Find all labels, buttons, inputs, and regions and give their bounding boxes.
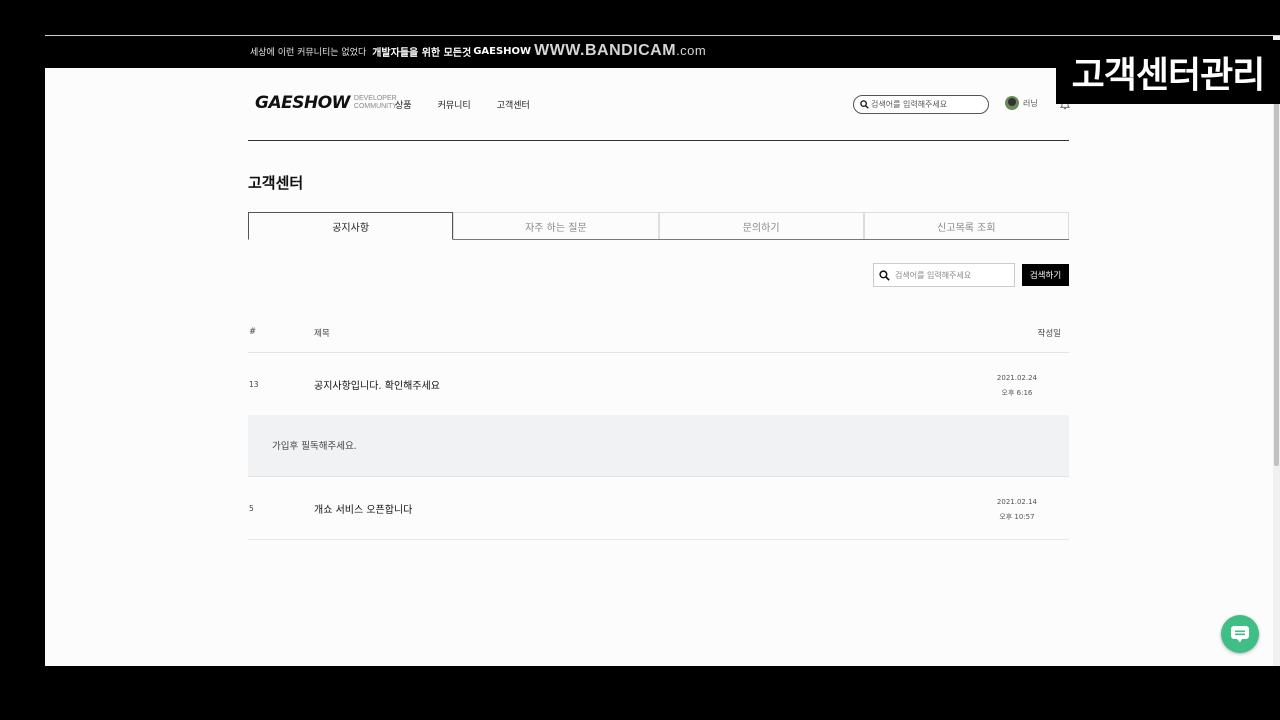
board-search-input[interactable] bbox=[895, 270, 1005, 280]
browser-page: GAESHOW DEVELOPER COMMUNITY 상품 커뮤니티 고객센터 … bbox=[45, 68, 1273, 666]
scrollbar[interactable] bbox=[1273, 36, 1280, 666]
tab-faq[interactable]: 자주 하는 질문 bbox=[453, 212, 659, 239]
watermark-suffix: .com bbox=[676, 43, 707, 58]
site-header: GAESHOW DEVELOPER COMMUNITY 상품 커뮤니티 고객센터 … bbox=[255, 68, 1075, 140]
page-title: 고객센터 bbox=[248, 174, 304, 192]
logo-wordmark: GAESHOW bbox=[255, 93, 350, 113]
site-logo[interactable]: GAESHOW DEVELOPER COMMUNITY bbox=[255, 93, 397, 113]
table-row[interactable]: 13 공지사항입니다. 확인해주세요 2021.02.24 오후 6:16 bbox=[248, 353, 1069, 416]
row-date: 2021.02.14 오후 10:57 bbox=[997, 495, 1037, 525]
banner-text-1: 세상에 이런 커뮤니티는 없었다 bbox=[250, 47, 367, 58]
row-title[interactable]: 공지사항입니다. 확인해주세요 bbox=[314, 377, 440, 392]
column-header-title: 제목 bbox=[314, 329, 330, 339]
chat-icon[interactable] bbox=[1229, 624, 1251, 644]
watermark-main: WWW.BANDICAM bbox=[534, 42, 677, 59]
row-date: 2021.02.24 오후 6:16 bbox=[997, 371, 1037, 401]
banner-text-2: 개발자들을 위한 모든것 bbox=[372, 47, 472, 59]
logo-sub-line1: DEVELOPER bbox=[353, 95, 397, 102]
table-row[interactable]: 5 개쇼 서비스 오픈합니다 2021.02.14 오후 10:57 bbox=[248, 477, 1069, 540]
avatar[interactable] bbox=[1005, 96, 1019, 110]
banner-text-3: GAESHOW bbox=[473, 45, 532, 57]
main-nav: 상품 커뮤니티 고객센터 bbox=[395, 98, 530, 111]
search-icon[interactable] bbox=[860, 100, 869, 109]
row-date-time: 오후 6:16 bbox=[1001, 389, 1033, 397]
search-button[interactable]: 검색하기 bbox=[1022, 264, 1069, 286]
tab-reports[interactable]: 신고목록 조회 bbox=[863, 212, 1069, 239]
support-tabs: 공지사항 자주 하는 질문 문의하기 신고목록 조회 bbox=[248, 212, 1069, 240]
row-number: 13 bbox=[249, 380, 259, 389]
window-top-border bbox=[45, 35, 1280, 36]
tab-notices[interactable]: 공지사항 bbox=[248, 212, 454, 240]
row-content-text: 가입후 필독해주세요. bbox=[272, 441, 357, 452]
recording-banner: 세상에 이런 커뮤니티는 없었다 개발자들을 위한 모든것 GAESHOW WW… bbox=[250, 40, 706, 62]
tab-inquiry[interactable]: 문의하기 bbox=[658, 212, 864, 239]
header-search-input[interactable] bbox=[871, 100, 981, 109]
bandicam-watermark: WWW.BANDICAM.com bbox=[534, 42, 706, 60]
column-header-number: # bbox=[249, 327, 257, 337]
logo-sub-line2: COMMUNITY bbox=[353, 103, 398, 110]
nav-item-community[interactable]: 커뮤니티 bbox=[438, 98, 471, 111]
row-number: 5 bbox=[249, 504, 254, 513]
username[interactable]: 러닝 bbox=[1023, 98, 1038, 109]
logo-subtitle: DEVELOPER COMMUNITY bbox=[354, 95, 397, 111]
row-date-day: 2021.02.24 bbox=[996, 374, 1037, 382]
scrollbar-thumb[interactable] bbox=[1274, 46, 1279, 466]
user-menu[interactable]: 러닝 bbox=[1005, 96, 1038, 110]
nav-item-products[interactable]: 상품 bbox=[395, 98, 412, 111]
overlay-caption: 고객센터관리 bbox=[1056, 40, 1280, 104]
row-date-day: 2021.02.14 bbox=[996, 498, 1037, 506]
header-search[interactable] bbox=[853, 95, 989, 114]
row-date-time: 오후 10:57 bbox=[999, 513, 1035, 521]
nav-item-support[interactable]: 고객센터 bbox=[497, 98, 530, 111]
column-header-date: 작성일 bbox=[1037, 329, 1061, 339]
expanded-row-content: 가입후 필독해주세요. bbox=[248, 415, 1069, 477]
board-search[interactable] bbox=[873, 263, 1015, 287]
header-divider bbox=[248, 140, 1069, 141]
chat-button[interactable] bbox=[1221, 615, 1259, 653]
table-header: # 제목 작성일 bbox=[248, 320, 1069, 353]
search-icon[interactable] bbox=[879, 269, 890, 281]
row-title[interactable]: 개쇼 서비스 오픈합니다 bbox=[314, 501, 412, 516]
